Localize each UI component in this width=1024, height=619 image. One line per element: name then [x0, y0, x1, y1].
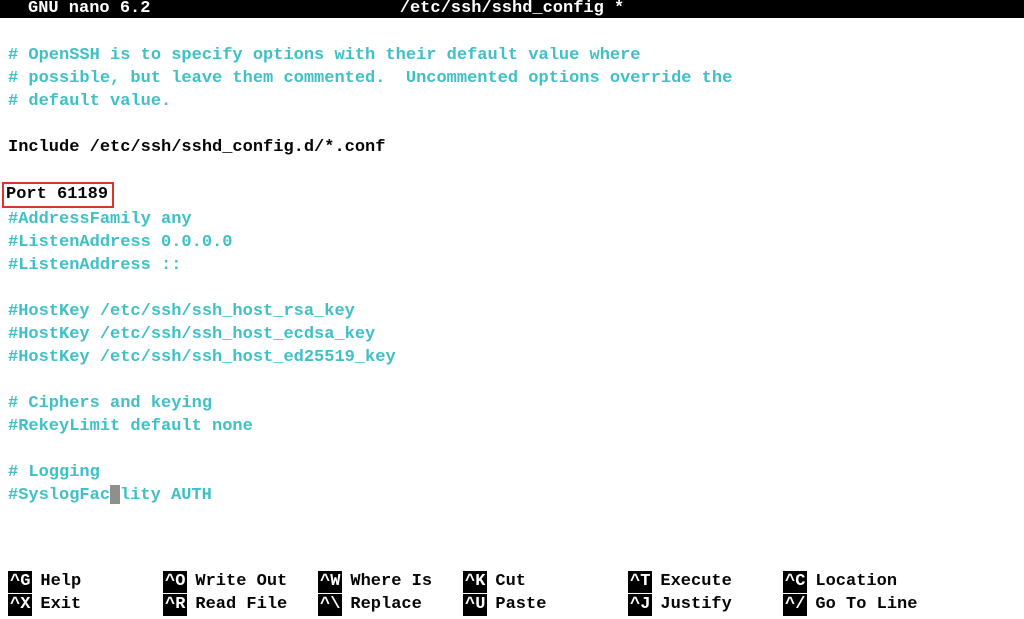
shortcut-justify[interactable]: ^JJustify — [628, 593, 783, 616]
file-line: #HostKey /etc/ssh/ssh_host_rsa_key — [8, 302, 355, 321]
nano-title-bar: GNU nano 6.2 /etc/ssh/sshd_config * — [0, 0, 1024, 18]
file-line: # Ciphers and keying — [8, 394, 212, 413]
shortcut-exit[interactable]: ^XExit — [8, 593, 163, 616]
file-line: #AddressFamily any — [8, 210, 192, 229]
shortcut-location[interactable]: ^CLocation — [783, 570, 951, 593]
file-line: #ListenAddress 0.0.0.0 — [8, 233, 232, 252]
file-line: #ListenAddress :: — [8, 256, 181, 275]
editor-content[interactable]: # OpenSSH is to specify options with the… — [0, 18, 1024, 507]
shortcut-bar: ^GHelp ^OWrite Out ^WWhere Is ^KCut ^TEx… — [0, 570, 1024, 616]
file-line: Include /etc/ssh/sshd_config.d/*.conf — [8, 138, 385, 157]
file-line: #HostKey /etc/ssh/ssh_host_ecdsa_key — [8, 325, 375, 344]
file-line: # OpenSSH is to specify options with the… — [8, 46, 641, 65]
shortcut-go-to-line[interactable]: ^/Go To Line — [783, 593, 951, 616]
shortcut-cut[interactable]: ^KCut — [463, 570, 628, 593]
shortcut-write-out[interactable]: ^OWrite Out — [163, 570, 318, 593]
shortcut-row-2: ^XExit ^RRead File ^\Replace ^UPaste ^JJ… — [8, 593, 1024, 616]
shortcut-row-1: ^GHelp ^OWrite Out ^WWhere Is ^KCut ^TEx… — [8, 570, 1024, 593]
cursor — [110, 485, 120, 504]
file-line: # possible, but leave them commented. Un… — [8, 69, 732, 88]
shortcut-read-file[interactable]: ^RRead File — [163, 593, 318, 616]
shortcut-replace[interactable]: ^\Replace — [318, 593, 463, 616]
shortcut-execute[interactable]: ^TExecute — [628, 570, 783, 593]
file-line: #RekeyLimit default none — [8, 417, 253, 436]
shortcut-where-is[interactable]: ^WWhere Is — [318, 570, 463, 593]
shortcut-paste[interactable]: ^UPaste — [463, 593, 628, 616]
shortcut-help[interactable]: ^GHelp — [8, 570, 163, 593]
nano-filename: /etc/ssh/sshd_config * — [400, 0, 624, 18]
nano-app-name: GNU nano 6.2 — [28, 0, 150, 18]
highlighted-port-line: Port 61189 — [2, 182, 114, 208]
file-line: # default value. — [8, 92, 171, 111]
file-line: #HostKey /etc/ssh/ssh_host_ed25519_key — [8, 348, 396, 367]
file-line-cursor: #SyslogFaclity AUTH — [8, 486, 212, 505]
file-line: # Logging — [8, 463, 100, 482]
